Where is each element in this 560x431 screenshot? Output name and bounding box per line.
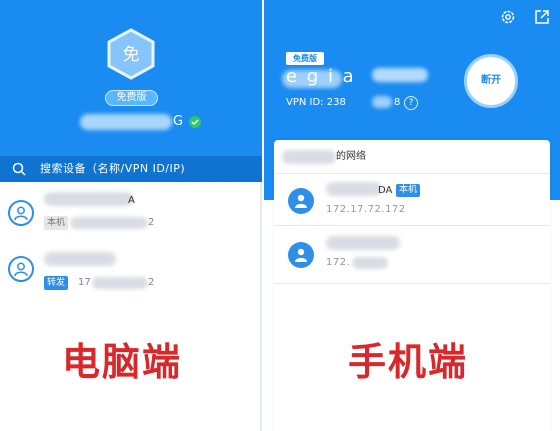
device-name-blur	[326, 236, 400, 250]
logo-char: 免	[123, 45, 140, 65]
plan-badge: 免费版	[286, 52, 324, 65]
disconnect-button[interactable]: 断开	[464, 54, 518, 108]
device-ip-tail: 2	[148, 217, 155, 228]
device-avatar-icon	[288, 242, 314, 268]
device-avatar-icon	[288, 188, 314, 214]
device-ip-blur	[92, 277, 148, 289]
app-logo-icon: 免	[107, 28, 155, 80]
device-name-fragment: A	[128, 195, 135, 206]
device-ip-blur	[352, 257, 388, 269]
search-input[interactable]: 搜索设备（名称/VPN ID/IP)	[40, 160, 185, 178]
device-ip-prefix: 17	[78, 277, 91, 288]
gear-icon[interactable]	[500, 9, 516, 25]
network-header: 的网络	[274, 140, 550, 174]
mobile-label: 手机端	[348, 340, 469, 384]
device-ip-prefix: 172.	[326, 257, 351, 268]
desktop-header: 免 免费版 G	[0, 0, 262, 156]
device-item[interactable]: 172.	[274, 226, 550, 284]
help-icon[interactable]: ?	[404, 96, 418, 110]
device-name-tail: G	[173, 114, 184, 129]
vpn-id-tail: 8	[394, 97, 401, 108]
share-icon[interactable]	[534, 9, 550, 25]
device-avatar-icon	[8, 200, 34, 226]
local-tag: 本机	[44, 216, 69, 230]
network-name: 的网络	[336, 151, 366, 162]
relay-tag: 转发	[44, 276, 69, 290]
device-name-blur	[44, 192, 134, 206]
device-name-blur	[44, 252, 116, 266]
online-check-icon	[189, 116, 201, 128]
plan-badge: 免费版	[105, 90, 158, 106]
device-name-fragment: DA	[378, 185, 393, 196]
device-ip-blur	[70, 217, 148, 229]
desktop-label: 电脑端	[62, 340, 183, 384]
local-tag: 本机	[396, 184, 421, 197]
device-name-blur	[326, 182, 382, 196]
device-item[interactable]: A 本机 2	[0, 184, 262, 242]
device-item[interactable]: 转发 17 2	[0, 240, 262, 298]
device-avatar-icon	[8, 256, 34, 282]
network-card: 的网络 DA 本机 172.17.72.172 172.	[274, 140, 550, 431]
device-item[interactable]: DA 本机 172.17.72.172	[274, 174, 550, 226]
device-name: e g i a	[286, 66, 356, 87]
network-name-blur	[282, 150, 336, 164]
desktop-panel: 免 免费版 G 搜索设备（名称/VPN ID/IP) A 本机 2 转发 17 …	[0, 0, 262, 431]
search-icon	[12, 162, 26, 176]
vpn-id-blur	[372, 96, 392, 108]
vpn-id-label: VPN ID: 238	[286, 97, 346, 108]
device-ip-tail: 2	[148, 277, 155, 288]
mobile-panel: 免费版 e g i a VPN ID: 238 8 ? 断开 的网络 DA 本机…	[264, 0, 560, 431]
device-ip: 172.17.72.172	[326, 204, 406, 215]
device-name-blur	[372, 68, 428, 82]
device-name-blur	[80, 114, 172, 130]
